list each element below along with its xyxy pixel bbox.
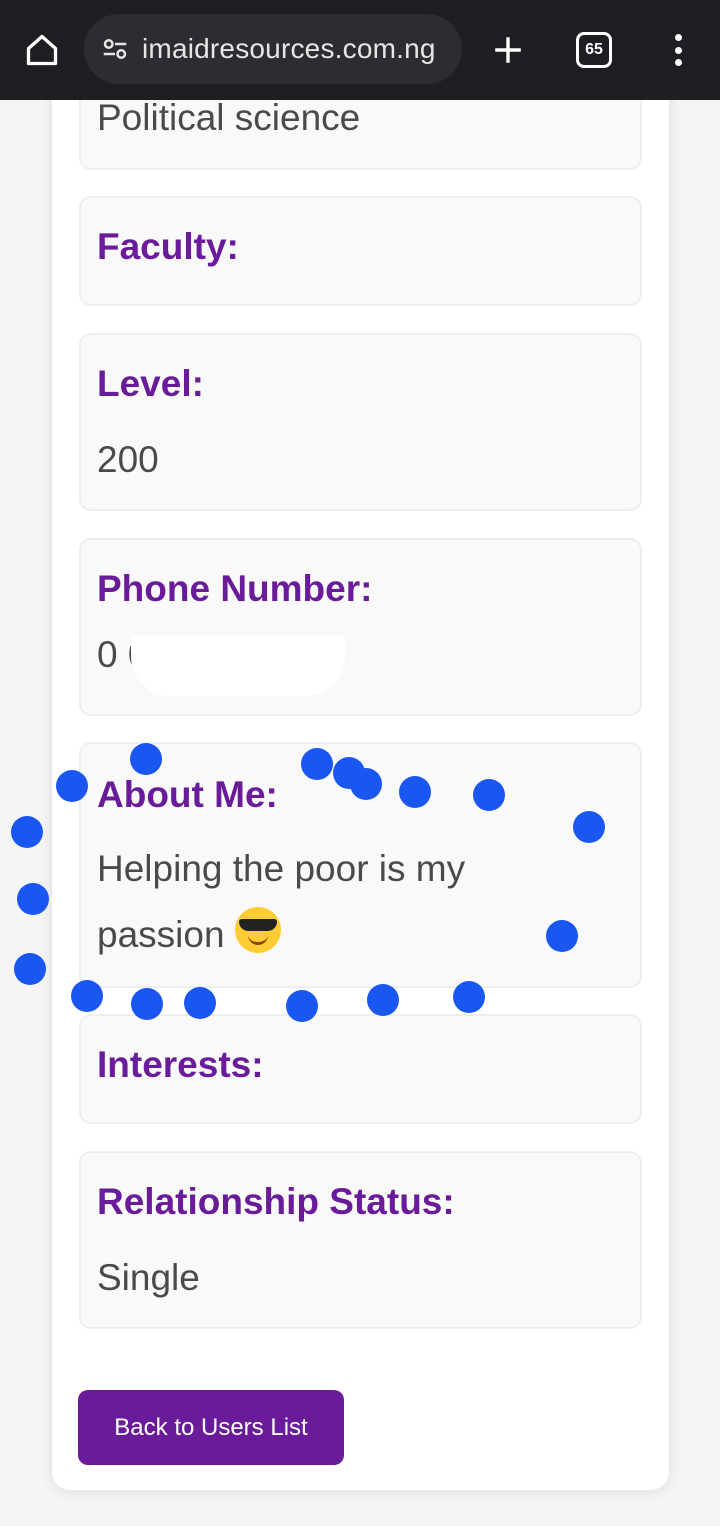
back-to-users-button[interactable]: Back to Users List [78, 1390, 344, 1465]
url-text[interactable]: imaidresources.com.ng [142, 33, 436, 65]
level-label: Level: [97, 363, 204, 404]
address-bar[interactable]: imaidresources.com.ng [84, 14, 462, 84]
touch-dot [573, 811, 605, 843]
touch-dot [184, 987, 216, 1019]
touch-dot [286, 990, 318, 1022]
touch-dot [333, 757, 365, 789]
interests-field: Interests: [79, 1014, 642, 1124]
touch-dot [14, 953, 46, 985]
tab-switcher-button[interactable]: 65 [576, 32, 612, 68]
level-field: Level: 200 [79, 333, 642, 511]
touch-dot [131, 988, 163, 1020]
sunglasses-emoji-icon [234, 907, 281, 953]
more-options-icon[interactable] [666, 30, 690, 70]
phone-label: Phone Number: [97, 568, 373, 609]
about-label: About Me: [97, 774, 278, 815]
touch-dot [301, 748, 333, 780]
relationship-field: Relationship Status: Single [79, 1151, 642, 1329]
about-value: Helping the poor is my passion [97, 836, 597, 968]
interests-label: Interests: [97, 1044, 264, 1085]
about-text: Helping the poor is my passion [97, 848, 466, 955]
touch-dot [473, 779, 505, 811]
faculty-label: Faculty: [97, 226, 239, 267]
new-tab-icon[interactable] [488, 30, 528, 70]
relationship-label: Relationship Status: [97, 1181, 455, 1222]
touch-dot [56, 770, 88, 802]
touch-dot [546, 920, 578, 952]
level-value: 200 [97, 439, 159, 480]
phone-redaction [131, 636, 345, 696]
site-settings-icon[interactable] [98, 32, 132, 66]
touch-dot [453, 981, 485, 1013]
touch-dot [11, 816, 43, 848]
touch-dot [399, 776, 431, 808]
relationship-value: Single [97, 1257, 200, 1298]
faculty-field: Faculty: [79, 196, 642, 306]
home-icon[interactable] [22, 30, 62, 70]
touch-dot [71, 980, 103, 1012]
phone-field: Phone Number: 0 0 [79, 538, 642, 716]
touch-dot [130, 743, 162, 775]
touch-dot [367, 984, 399, 1016]
browser-toolbar: imaidresources.com.ng 65 [0, 0, 720, 100]
touch-dot [17, 883, 49, 915]
